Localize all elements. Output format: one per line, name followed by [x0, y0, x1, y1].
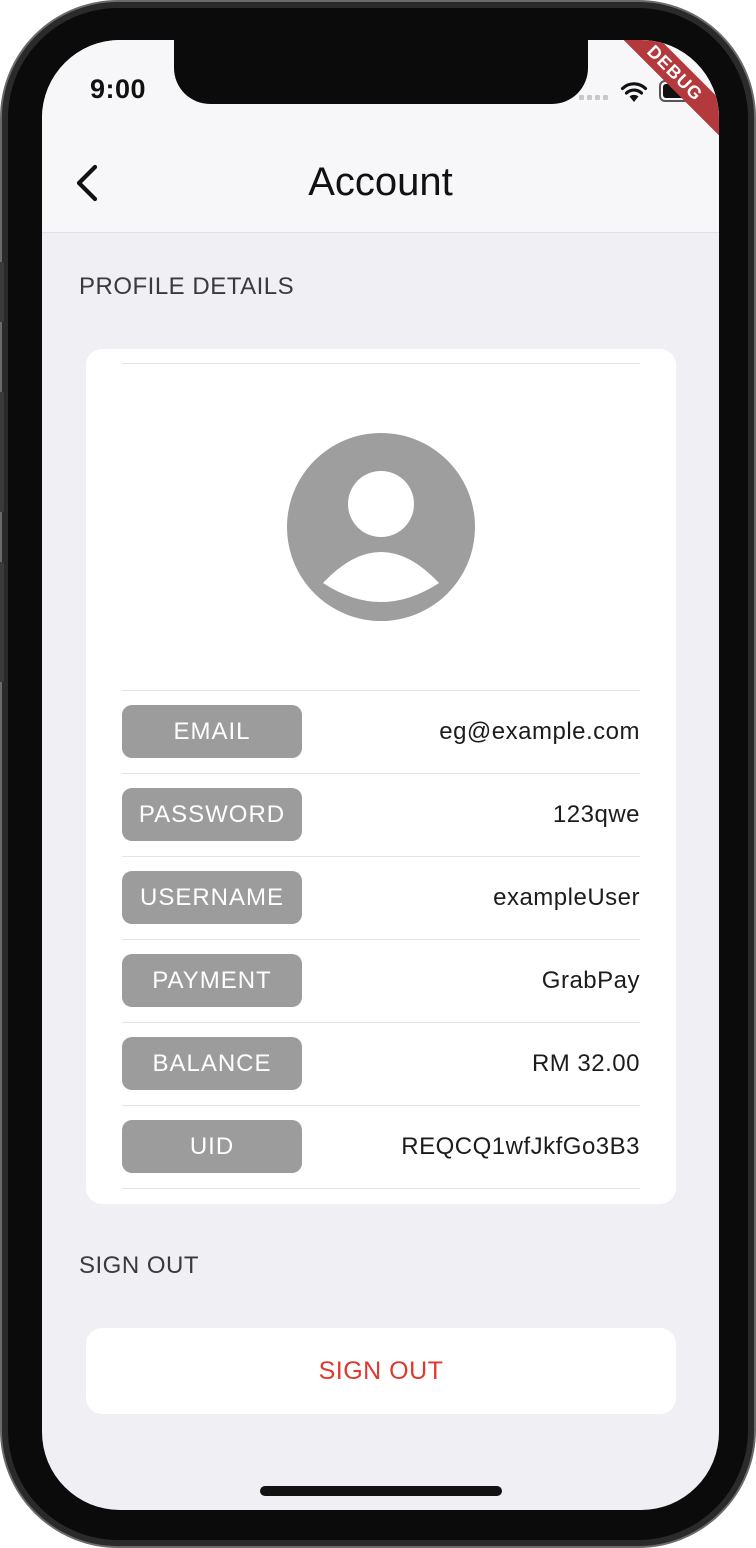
profile-card: EMAIL eg@example.com PASSWORD 123qwe USE… [86, 349, 676, 1204]
profile-details-header: PROFILE DETAILS [79, 273, 295, 300]
profile-row-password: PASSWORD 123qwe [122, 773, 640, 856]
profile-row-email: EMAIL eg@example.com [122, 690, 640, 773]
navigation-bar: Account [42, 140, 719, 233]
phone-frame: 9:00 DEBUG Account PROFILE DETAILS EMAIL… [0, 0, 756, 1548]
profile-row-balance: BALANCE RM 32.00 [122, 1022, 640, 1105]
divider [122, 363, 640, 364]
field-label-badge: USERNAME [122, 871, 302, 924]
field-value: GrabPay [541, 967, 640, 994]
notch [174, 40, 588, 104]
field-label-badge: EMAIL [122, 705, 302, 758]
field-label-badge: UID [122, 1120, 302, 1173]
status-time: 9:00 [90, 74, 147, 104]
page-title: Account [308, 160, 453, 204]
sign-out-header: SIGN OUT [79, 1252, 200, 1279]
divider [122, 1188, 640, 1189]
field-value: REQCQ1wfJkfGo3B3 [401, 1133, 640, 1160]
field-value: eg@example.com [439, 718, 640, 745]
signal-icon [579, 95, 608, 100]
profile-row-uid: UID REQCQ1wfJkfGo3B3 [122, 1105, 640, 1188]
field-label-badge: PAYMENT [122, 954, 302, 1007]
field-label-badge: PASSWORD [122, 788, 302, 841]
status-bar: 9:00 DEBUG [42, 40, 719, 146]
field-label-badge: BALANCE [122, 1037, 302, 1090]
field-value: 123qwe [552, 801, 640, 828]
app-screen: 9:00 DEBUG Account PROFILE DETAILS EMAIL… [42, 40, 719, 1510]
sign-out-button[interactable]: SIGN OUT [86, 1328, 676, 1414]
profile-row-username: USERNAME exampleUser [122, 856, 640, 939]
volume-up-button [0, 392, 4, 512]
home-indicator[interactable] [260, 1486, 502, 1496]
volume-down-button [0, 562, 4, 682]
wifi-icon [620, 82, 648, 102]
person-avatar-icon [287, 433, 475, 621]
field-value: exampleUser [493, 884, 640, 911]
field-value: RM 32.00 [531, 1050, 640, 1077]
profile-row-payment: PAYMENT GrabPay [122, 939, 640, 1022]
mute-switch [0, 262, 4, 322]
